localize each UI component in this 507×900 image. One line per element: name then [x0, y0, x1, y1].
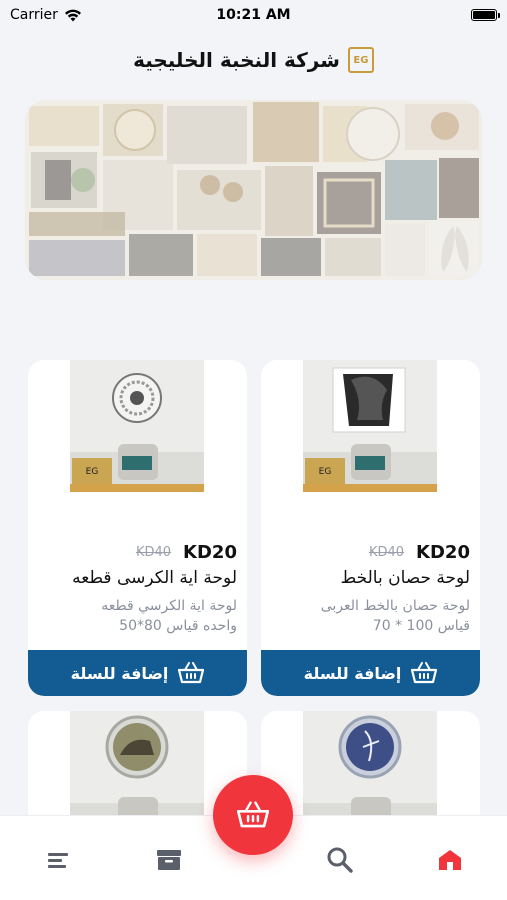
product-description: لوحة حصان بالخط العربى قياس 100 * 70 [269, 596, 470, 636]
product-photo-clock-horse [70, 711, 204, 831]
product-photo-clock-dancer [303, 711, 437, 831]
app-header: شركة النخبة الخليجية EG [0, 40, 507, 80]
logo-text: EG [353, 54, 369, 66]
add-to-cart-label: إضافة للسلة [70, 663, 169, 683]
home-icon [439, 850, 461, 870]
basket-icon [411, 662, 438, 684]
product-card[interactable]: EG KD40 KD20 لوحة اية الكرسى قطعه لوحة ا… [28, 360, 247, 696]
search-icon [327, 847, 353, 873]
svg-text:EG: EG [86, 467, 99, 477]
nav-search[interactable] [326, 846, 354, 874]
add-to-cart-label: إضافة للسلة [303, 663, 402, 683]
product-title: لوحة اية الكرسى قطعه [72, 568, 237, 588]
basket-icon [237, 801, 269, 828]
description-line: لوحة اية الكرسي قطعه [101, 598, 237, 614]
new-price: KD20 [416, 541, 470, 563]
cart-fab-button[interactable] [213, 775, 293, 855]
product-image[interactable] [303, 711, 437, 831]
product-image[interactable] [70, 711, 204, 831]
old-price: KD40 [135, 544, 172, 560]
banner-collage-image [25, 100, 482, 280]
description-line: قياس 100 * 70 [372, 618, 470, 634]
promo-banner[interactable] [25, 100, 482, 280]
nav-menu[interactable] [44, 846, 72, 874]
product-card[interactable] [261, 711, 480, 831]
nav-home[interactable] [436, 846, 464, 874]
price-row: KD40 KD20 [261, 540, 480, 564]
status-bar: Carrier 10:21 AM [0, 0, 507, 30]
svg-text:EG: EG [319, 467, 332, 477]
product-image[interactable]: EG [303, 360, 437, 492]
carrier-group: Carrier [10, 7, 82, 23]
basket-icon [178, 662, 205, 684]
product-card[interactable]: EG KD40 KD20 لوحة حصان بالخط لوحة حصان ب… [261, 360, 480, 696]
add-to-cart-button[interactable]: إضافة للسلة [28, 650, 247, 696]
page-title: شركة النخبة الخليجية [133, 48, 340, 72]
description-line: واحده قياس 80*50 [119, 618, 237, 634]
carrier-label: Carrier [10, 7, 58, 23]
nav-archive[interactable] [155, 846, 183, 874]
brand-logo: EG [347, 47, 374, 73]
battery-icon [471, 9, 500, 21]
product-photo-calligraphy: EG [70, 360, 204, 492]
description-line: لوحة حصان بالخط العربى [320, 598, 470, 614]
product-description: لوحة اية الكرسي قطعه واحده قياس 80*50 [36, 596, 237, 636]
product-image[interactable]: EG [70, 360, 204, 492]
new-price: KD20 [183, 541, 237, 563]
add-to-cart-button[interactable]: إضافة للسلة [261, 650, 480, 696]
menu-icon [48, 853, 68, 868]
archive-icon [157, 850, 181, 870]
wifi-icon [64, 9, 81, 21]
price-row: KD40 KD20 [28, 540, 247, 564]
product-title: لوحة حصان بالخط [340, 568, 470, 588]
old-price: KD40 [368, 544, 405, 560]
product-photo-horse: EG [303, 360, 437, 492]
